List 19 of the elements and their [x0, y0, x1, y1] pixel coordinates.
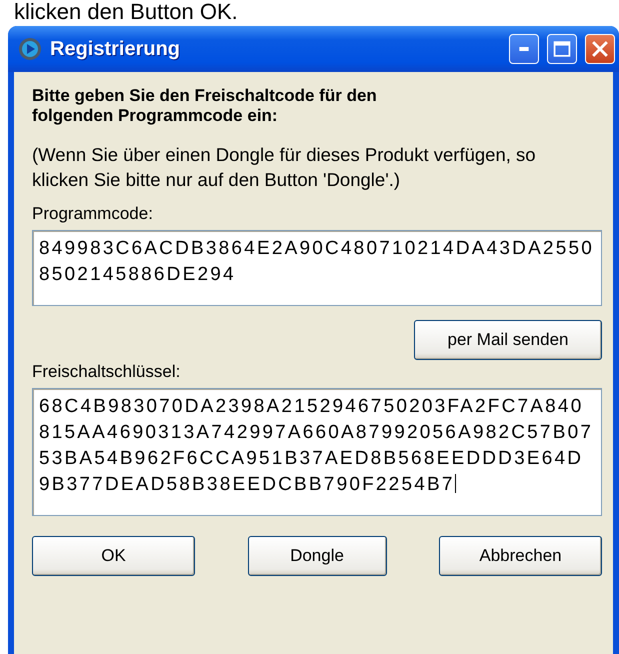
send-mail-button[interactable]: per Mail senden	[414, 320, 602, 360]
dialog-button[interactable]: Abbrechen	[439, 536, 602, 576]
input-field[interactable]: 849983C6ACDB3864E2A90C480710214DA43DA25508502145886DE294	[32, 230, 602, 306]
caption-text: klicken den Button OK.	[13, 0, 238, 24]
minimize-icon	[519, 47, 529, 51]
dialog-button[interactable]: OK	[32, 536, 195, 576]
close-icon	[592, 41, 608, 57]
maximize-icon	[553, 41, 571, 57]
field-label: Freischaltschlüssel:	[32, 362, 180, 382]
dongle-note: (Wenn Sie über einen Dongle für dieses Produkt verfügen, so klicken Sie bitte nur auf den Button 'Dongle'.)	[32, 143, 537, 192]
dialog-button[interactable]: Dongle	[248, 536, 386, 576]
field-label: Programmcode:	[32, 204, 153, 224]
close-button[interactable]	[585, 34, 615, 64]
minimize-button[interactable]	[509, 34, 539, 64]
window-title: Registrierung	[50, 38, 182, 60]
maximize-button[interactable]	[547, 34, 577, 64]
app-icon	[18, 37, 42, 61]
instruction-heading: Bitte geben Sie den Freischaltcode für den folgenden Programmcode ein:	[32, 86, 378, 126]
input-field[interactable]: 68C4B983070DA2398A2152946750203FA2FC7A840815AA4690313A742997A660A87992056A982C57B0753BA54B962F6CCA951B37AED8B568EEDDD3E64D9B377DEAD58B38EEDCBB790F2254B7	[32, 388, 602, 516]
